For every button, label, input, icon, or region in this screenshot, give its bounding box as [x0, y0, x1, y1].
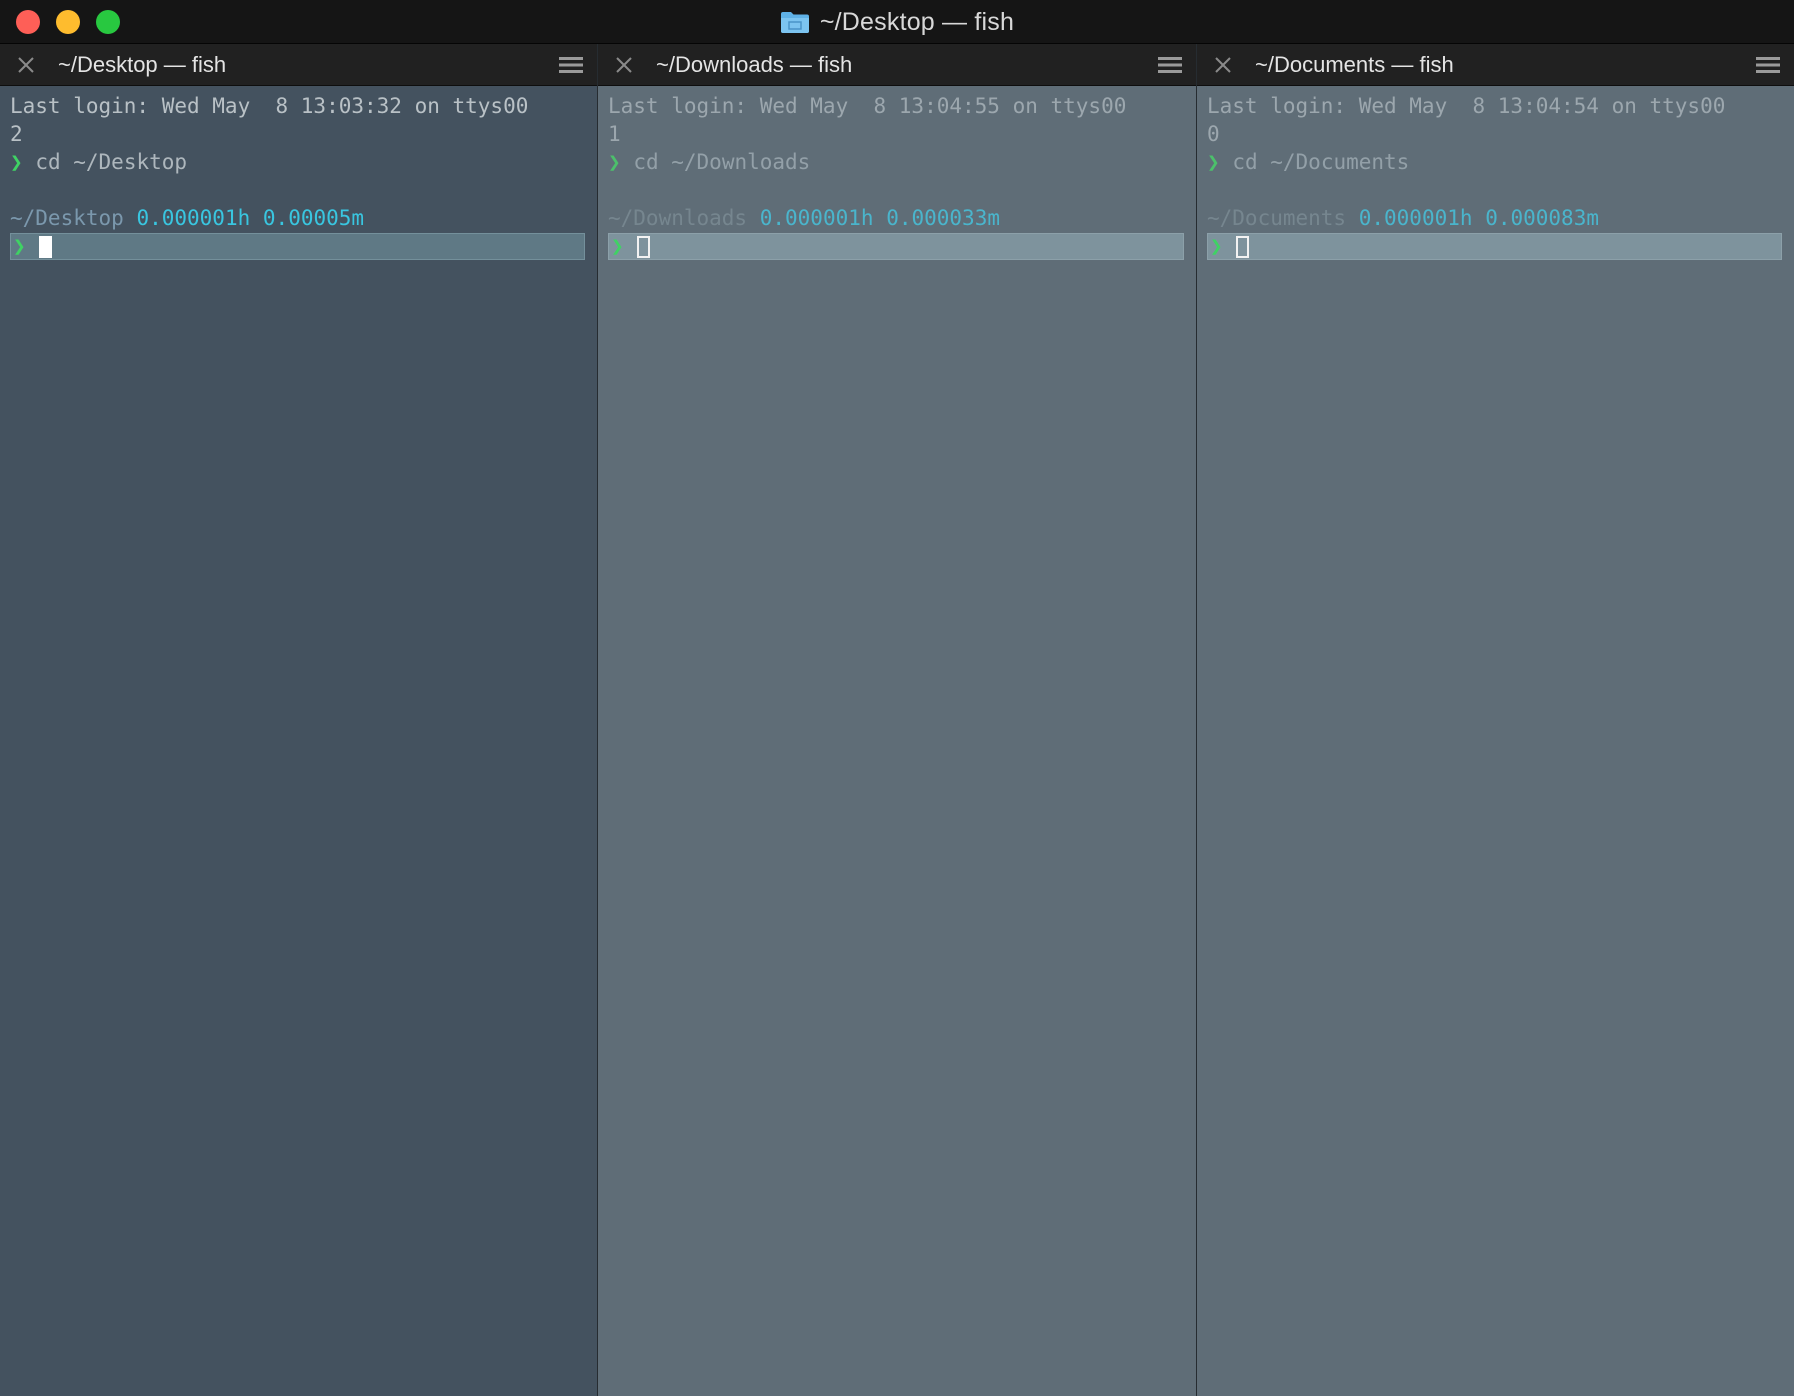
prompt-info-line: ~/Desktop 0.000001h 0.00005m — [10, 204, 364, 232]
login-message: Last login: Wed May 8 13:03:32 on ttys00 — [10, 94, 529, 118]
timing-minutes: 0.00005m — [262, 206, 365, 230]
login-message-wrap: 1 — [608, 122, 621, 146]
pane-downloads[interactable]: ~/Downloads — fish Last login: Wed May 8… — [598, 44, 1196, 1396]
pane-documents[interactable]: ~/Documents — fish Last login: Wed May 8… — [1197, 44, 1794, 1396]
close-icon[interactable] — [1213, 55, 1233, 75]
current-directory: ~/Documents — [1207, 206, 1347, 230]
command-line: ❯ cd ~/Downloads — [608, 148, 810, 176]
hamburger-menu-icon[interactable] — [1756, 56, 1780, 74]
terminal-output[interactable]: Last login: Wed May 8 13:04:55 on ttys00… — [598, 86, 1196, 1396]
prompt-info-line: ~/Documents 0.000001h 0.000083m — [1207, 204, 1599, 232]
prompt-symbol: ❯ — [13, 234, 26, 258]
prompt-symbol: ❯ — [1210, 234, 1223, 258]
timing-minutes: 0.000083m — [1485, 206, 1599, 230]
command-text: cd ~/Desktop — [35, 150, 188, 174]
pane-tab-bar: ~/Downloads — fish — [598, 44, 1196, 86]
command-line: ❯ cd ~/Desktop — [10, 148, 187, 176]
split-panes: ~/Desktop — fish Last login: Wed May 8 1… — [0, 44, 1794, 1396]
login-message: Last login: Wed May 8 13:04:54 on ttys00 — [1207, 94, 1726, 118]
command-text: cd ~/Downloads — [633, 150, 811, 174]
prompt-symbol: ❯ — [10, 150, 23, 174]
command-line: ❯ cd ~/Documents — [1207, 148, 1409, 176]
current-directory: ~/Desktop — [10, 206, 124, 230]
terminal-window: ~/Desktop — fish ~/Desktop — fish Last l… — [0, 0, 1794, 1396]
title-bar[interactable]: ~/Desktop — fish — [0, 0, 1794, 44]
close-icon[interactable] — [614, 55, 634, 75]
prompt-input-line[interactable]: ❯ — [1207, 233, 1782, 260]
window-title: ~/Desktop — fish — [819, 7, 1015, 36]
prompt-input-line[interactable]: ❯ — [10, 233, 585, 260]
prompt-symbol: ❯ — [608, 150, 621, 174]
timing-hours: 0.000001h — [759, 206, 874, 230]
close-icon[interactable] — [16, 55, 36, 75]
timing-hours: 0.000001h — [1358, 206, 1473, 230]
text-cursor — [1236, 236, 1249, 258]
pane-tab-bar: ~/Documents — fish — [1197, 44, 1794, 86]
login-message-wrap: 0 — [1207, 122, 1220, 146]
pane-title: ~/Documents — fish — [1255, 52, 1454, 77]
timing-hours: 0.000001h — [136, 206, 251, 230]
pane-tab-bar: ~/Desktop — fish — [0, 44, 597, 86]
prompt-symbol: ❯ — [1207, 150, 1220, 174]
text-cursor — [39, 236, 52, 258]
prompt-symbol: ❯ — [611, 234, 624, 258]
folder-icon — [780, 12, 809, 33]
terminal-output[interactable]: Last login: Wed May 8 13:03:32 on ttys00… — [0, 86, 597, 1396]
command-text: cd ~/Documents — [1232, 150, 1410, 174]
terminal-output[interactable]: Last login: Wed May 8 13:04:54 on ttys00… — [1197, 86, 1794, 1396]
text-cursor — [637, 236, 650, 258]
pane-desktop[interactable]: ~/Desktop — fish Last login: Wed May 8 1… — [0, 44, 597, 1396]
timing-minutes: 0.000033m — [886, 206, 1000, 230]
login-message-wrap: 2 — [10, 122, 23, 146]
prompt-info-line: ~/Downloads 0.000001h 0.000033m — [608, 204, 1000, 232]
pane-title: ~/Desktop — fish — [58, 52, 227, 77]
login-message: Last login: Wed May 8 13:04:55 on ttys00 — [608, 94, 1127, 118]
hamburger-menu-icon[interactable] — [559, 56, 583, 74]
window-title-group: ~/Desktop — fish — [0, 0, 1794, 44]
hamburger-menu-icon[interactable] — [1158, 56, 1182, 74]
current-directory: ~/Downloads — [608, 206, 748, 230]
prompt-input-line[interactable]: ❯ — [608, 233, 1184, 260]
pane-title: ~/Downloads — fish — [656, 52, 853, 77]
